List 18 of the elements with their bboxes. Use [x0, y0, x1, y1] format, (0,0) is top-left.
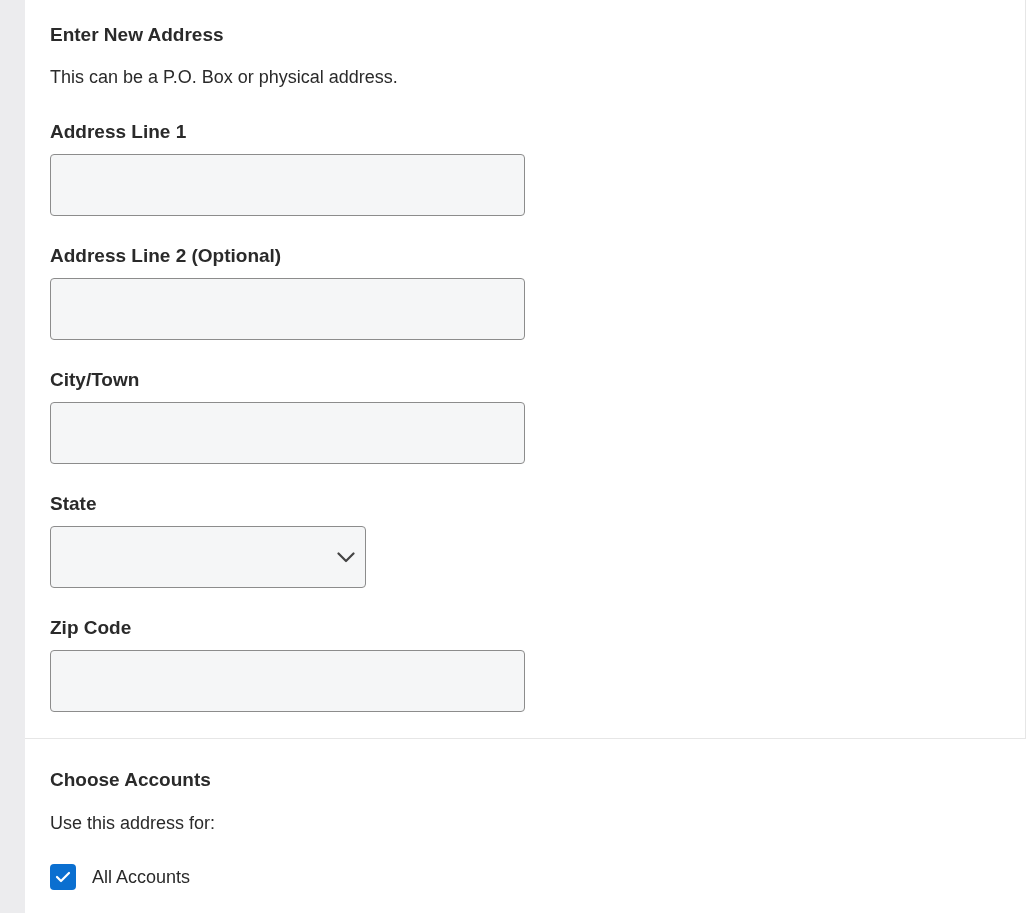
checkmark-icon — [55, 871, 71, 883]
field-label: Address Line 2 (Optional) — [50, 244, 282, 268]
checkbox[interactable] — [50, 864, 76, 890]
field-label: Zip Code — [50, 616, 132, 640]
input-field[interactable] — [50, 402, 525, 464]
section-heading: Enter New Address — [50, 23, 224, 47]
section-description: Use this address for: — [50, 812, 216, 835]
field-label: State — [50, 492, 97, 516]
input-field[interactable] — [50, 278, 525, 340]
section-heading: Choose Accounts — [50, 768, 211, 792]
field-label: City/Town — [50, 368, 140, 392]
section-description: This can be a P.O. Box or physical address. — [50, 66, 398, 89]
field-label: Address Line 1 — [50, 120, 187, 144]
state-dropdown[interactable] — [50, 526, 366, 588]
checkbox-label: All Accounts — [92, 866, 191, 889]
input-field[interactable] — [50, 650, 525, 712]
chevron-down-icon — [337, 551, 355, 563]
input-field[interactable] — [50, 154, 525, 216]
